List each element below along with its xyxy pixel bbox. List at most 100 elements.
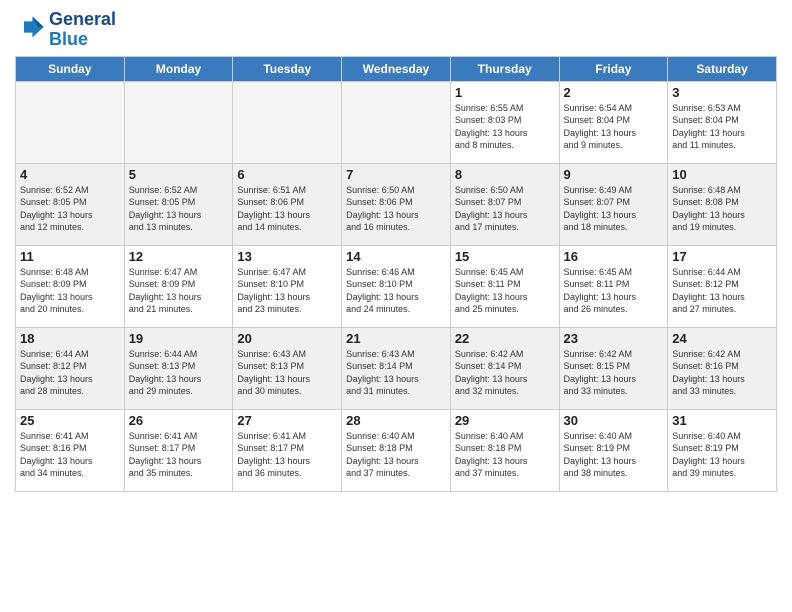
calendar-cell bbox=[342, 81, 451, 163]
col-thursday: Thursday bbox=[450, 56, 559, 81]
header: General Blue bbox=[15, 10, 777, 50]
day-info: Sunrise: 6:54 AM Sunset: 8:04 PM Dayligh… bbox=[564, 102, 664, 152]
day-info: Sunrise: 6:53 AM Sunset: 8:04 PM Dayligh… bbox=[672, 102, 772, 152]
calendar-cell: 25 Sunrise: 6:41 AM Sunset: 8:16 PM Dayli… bbox=[16, 409, 125, 491]
day-number: 18 bbox=[20, 331, 120, 346]
calendar-cell: 29 Sunrise: 6:40 AM Sunset: 8:18 PM Dayli… bbox=[450, 409, 559, 491]
day-info: Sunrise: 6:47 AM Sunset: 8:10 PM Dayligh… bbox=[237, 266, 337, 316]
day-info: Sunrise: 6:41 AM Sunset: 8:17 PM Dayligh… bbox=[129, 430, 229, 480]
logo-icon bbox=[17, 13, 45, 41]
calendar-header-row: Sunday Monday Tuesday Wednesday Thursday… bbox=[16, 56, 777, 81]
day-number: 29 bbox=[455, 413, 555, 428]
calendar-cell: 26 Sunrise: 6:41 AM Sunset: 8:17 PM Dayli… bbox=[124, 409, 233, 491]
day-info: Sunrise: 6:40 AM Sunset: 8:18 PM Dayligh… bbox=[455, 430, 555, 480]
col-friday: Friday bbox=[559, 56, 668, 81]
page: General Blue Sunday Monday Tuesday Wedne… bbox=[0, 0, 792, 612]
col-wednesday: Wednesday bbox=[342, 56, 451, 81]
day-info: Sunrise: 6:40 AM Sunset: 8:19 PM Dayligh… bbox=[672, 430, 772, 480]
calendar-cell: 30 Sunrise: 6:40 AM Sunset: 8:19 PM Dayli… bbox=[559, 409, 668, 491]
calendar-cell: 20 Sunrise: 6:43 AM Sunset: 8:13 PM Dayli… bbox=[233, 327, 342, 409]
day-number: 24 bbox=[672, 331, 772, 346]
day-number: 31 bbox=[672, 413, 772, 428]
calendar-cell: 31 Sunrise: 6:40 AM Sunset: 8:19 PM Dayli… bbox=[668, 409, 777, 491]
logo-blue: Blue bbox=[49, 30, 116, 50]
col-saturday: Saturday bbox=[668, 56, 777, 81]
calendar-cell: 19 Sunrise: 6:44 AM Sunset: 8:13 PM Dayli… bbox=[124, 327, 233, 409]
day-number: 19 bbox=[129, 331, 229, 346]
day-info: Sunrise: 6:52 AM Sunset: 8:05 PM Dayligh… bbox=[129, 184, 229, 234]
calendar-cell: 15 Sunrise: 6:45 AM Sunset: 8:11 PM Dayli… bbox=[450, 245, 559, 327]
day-number: 14 bbox=[346, 249, 446, 264]
day-number: 3 bbox=[672, 85, 772, 100]
day-info: Sunrise: 6:41 AM Sunset: 8:17 PM Dayligh… bbox=[237, 430, 337, 480]
day-info: Sunrise: 6:52 AM Sunset: 8:05 PM Dayligh… bbox=[20, 184, 120, 234]
day-number: 16 bbox=[564, 249, 664, 264]
day-number: 17 bbox=[672, 249, 772, 264]
day-info: Sunrise: 6:45 AM Sunset: 8:11 PM Dayligh… bbox=[564, 266, 664, 316]
calendar-cell: 7 Sunrise: 6:50 AM Sunset: 8:06 PM Daylig… bbox=[342, 163, 451, 245]
logo: General Blue bbox=[15, 10, 116, 50]
day-number: 20 bbox=[237, 331, 337, 346]
day-info: Sunrise: 6:42 AM Sunset: 8:14 PM Dayligh… bbox=[455, 348, 555, 398]
calendar-cell: 4 Sunrise: 6:52 AM Sunset: 8:05 PM Daylig… bbox=[16, 163, 125, 245]
calendar-cell: 16 Sunrise: 6:45 AM Sunset: 8:11 PM Dayli… bbox=[559, 245, 668, 327]
day-info: Sunrise: 6:44 AM Sunset: 8:13 PM Dayligh… bbox=[129, 348, 229, 398]
day-info: Sunrise: 6:55 AM Sunset: 8:03 PM Dayligh… bbox=[455, 102, 555, 152]
day-number: 21 bbox=[346, 331, 446, 346]
day-number: 23 bbox=[564, 331, 664, 346]
day-info: Sunrise: 6:43 AM Sunset: 8:13 PM Dayligh… bbox=[237, 348, 337, 398]
day-number: 26 bbox=[129, 413, 229, 428]
calendar-cell: 1 Sunrise: 6:55 AM Sunset: 8:03 PM Daylig… bbox=[450, 81, 559, 163]
day-info: Sunrise: 6:42 AM Sunset: 8:15 PM Dayligh… bbox=[564, 348, 664, 398]
calendar-cell bbox=[124, 81, 233, 163]
calendar-cell: 18 Sunrise: 6:44 AM Sunset: 8:12 PM Dayli… bbox=[16, 327, 125, 409]
day-number: 4 bbox=[20, 167, 120, 182]
day-number: 28 bbox=[346, 413, 446, 428]
day-info: Sunrise: 6:50 AM Sunset: 8:07 PM Dayligh… bbox=[455, 184, 555, 234]
col-monday: Monday bbox=[124, 56, 233, 81]
day-number: 9 bbox=[564, 167, 664, 182]
day-info: Sunrise: 6:47 AM Sunset: 8:09 PM Dayligh… bbox=[129, 266, 229, 316]
day-number: 13 bbox=[237, 249, 337, 264]
day-info: Sunrise: 6:40 AM Sunset: 8:18 PM Dayligh… bbox=[346, 430, 446, 480]
day-info: Sunrise: 6:40 AM Sunset: 8:19 PM Dayligh… bbox=[564, 430, 664, 480]
calendar-cell bbox=[233, 81, 342, 163]
calendar-cell: 22Sunrise: 6:42 AM Sunset: 8:14 PM Dayli… bbox=[450, 327, 559, 409]
day-number: 11 bbox=[20, 249, 120, 264]
day-info: Sunrise: 6:44 AM Sunset: 8:12 PM Dayligh… bbox=[20, 348, 120, 398]
calendar-cell: 27 Sunrise: 6:41 AM Sunset: 8:17 PM Dayli… bbox=[233, 409, 342, 491]
calendar-cell: 2 Sunrise: 6:54 AM Sunset: 8:04 PM Daylig… bbox=[559, 81, 668, 163]
calendar-cell: 17Sunrise: 6:44 AM Sunset: 8:12 PM Dayli… bbox=[668, 245, 777, 327]
day-number: 30 bbox=[564, 413, 664, 428]
calendar-cell: 10 Sunrise: 6:48 AM Sunset: 8:08 PM Dayli… bbox=[668, 163, 777, 245]
calendar-cell: 12 Sunrise: 6:47 AM Sunset: 8:09 PM Dayli… bbox=[124, 245, 233, 327]
day-number: 2 bbox=[564, 85, 664, 100]
day-number: 7 bbox=[346, 167, 446, 182]
day-info: Sunrise: 6:48 AM Sunset: 8:09 PM Dayligh… bbox=[20, 266, 120, 316]
day-number: 27 bbox=[237, 413, 337, 428]
calendar-cell: 28 Sunrise: 6:40 AM Sunset: 8:18 PM Dayli… bbox=[342, 409, 451, 491]
day-number: 1 bbox=[455, 85, 555, 100]
calendar-cell bbox=[16, 81, 125, 163]
calendar-cell: 3 Sunrise: 6:53 AM Sunset: 8:04 PM Daylig… bbox=[668, 81, 777, 163]
calendar-cell: 8Sunrise: 6:50 AM Sunset: 8:07 PM Daylig… bbox=[450, 163, 559, 245]
day-info: Sunrise: 6:43 AM Sunset: 8:14 PM Dayligh… bbox=[346, 348, 446, 398]
day-number: 10 bbox=[672, 167, 772, 182]
calendar-cell: 11 Sunrise: 6:48 AM Sunset: 8:09 PM Dayli… bbox=[16, 245, 125, 327]
calendar-table: Sunday Monday Tuesday Wednesday Thursday… bbox=[15, 56, 777, 492]
day-number: 5 bbox=[129, 167, 229, 182]
day-info: Sunrise: 6:49 AM Sunset: 8:07 PM Dayligh… bbox=[564, 184, 664, 234]
day-info: Sunrise: 6:45 AM Sunset: 8:11 PM Dayligh… bbox=[455, 266, 555, 316]
calendar-cell: 6Sunrise: 6:51 AM Sunset: 8:06 PM Daylig… bbox=[233, 163, 342, 245]
day-info: Sunrise: 6:46 AM Sunset: 8:10 PM Dayligh… bbox=[346, 266, 446, 316]
calendar-cell: 5 Sunrise: 6:52 AM Sunset: 8:05 PM Daylig… bbox=[124, 163, 233, 245]
col-sunday: Sunday bbox=[16, 56, 125, 81]
logo-general: General bbox=[49, 10, 116, 30]
calendar-cell: 23 Sunrise: 6:42 AM Sunset: 8:15 PM Dayli… bbox=[559, 327, 668, 409]
day-info: Sunrise: 6:41 AM Sunset: 8:16 PM Dayligh… bbox=[20, 430, 120, 480]
day-number: 25 bbox=[20, 413, 120, 428]
day-info: Sunrise: 6:50 AM Sunset: 8:06 PM Dayligh… bbox=[346, 184, 446, 234]
day-number: 12 bbox=[129, 249, 229, 264]
day-info: Sunrise: 6:48 AM Sunset: 8:08 PM Dayligh… bbox=[672, 184, 772, 234]
day-number: 15 bbox=[455, 249, 555, 264]
